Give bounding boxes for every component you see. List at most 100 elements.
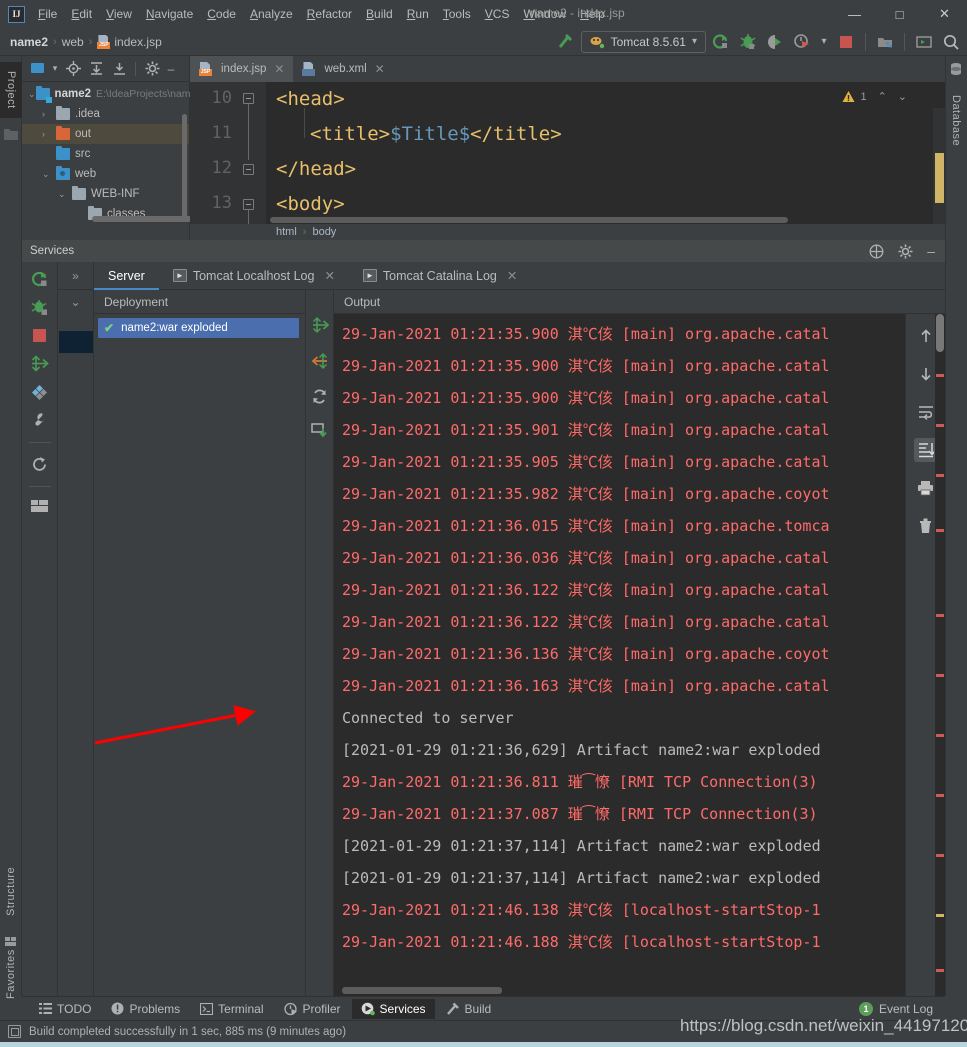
hide-icon[interactable]: – <box>927 243 935 259</box>
menu-item-refactor[interactable]: Refactor <box>300 3 359 25</box>
chevron-down-icon[interactable]: ⌄ <box>28 89 36 100</box>
update-app-icon[interactable] <box>873 30 897 54</box>
run-icon[interactable] <box>709 30 733 54</box>
layout-icon[interactable] <box>31 500 48 513</box>
menu-item-edit[interactable]: Edit <box>64 3 99 25</box>
run-coverage-icon[interactable] <box>763 30 787 54</box>
settings-gear-icon[interactable] <box>141 61 163 76</box>
tree-node-web[interactable]: ⌄ web <box>22 164 189 184</box>
terminal-icon[interactable] <box>912 30 936 54</box>
project-vertical-scrollbar[interactable] <box>182 114 187 222</box>
expand-all-icon[interactable] <box>85 61 107 76</box>
prev-problem-icon[interactable]: ⌃ <box>878 90 887 103</box>
sidebar-tab-structure[interactable]: Structure <box>0 856 22 926</box>
menu-item-navigate[interactable]: Navigate <box>139 3 200 25</box>
debug-icon[interactable] <box>31 299 49 317</box>
chevron-right-icon[interactable]: › <box>42 129 56 139</box>
chevron-down-icon[interactable]: ▾ <box>49 63 61 74</box>
deployment-artifact-row[interactable]: ✔ name2:war exploded <box>98 318 299 338</box>
chevron-down-icon[interactable]: ⌄ <box>70 295 80 309</box>
tree-node-name2[interactable]: ⌄ name2 E:\IdeaProjects\nam <box>22 84 189 104</box>
toolwindow-build[interactable]: Build <box>437 999 501 1019</box>
code-fold-icon[interactable] <box>243 199 254 210</box>
tree-node-webinf[interactable]: ⌄ WEB-INF <box>22 184 189 204</box>
tab-close-icon[interactable]: ✕ <box>507 268 517 283</box>
chevron-down-icon[interactable]: ⌄ <box>42 169 56 180</box>
menu-item-run[interactable]: Run <box>400 3 436 25</box>
sidebar-tab-database[interactable]: Database <box>945 80 967 162</box>
edit-config-icon[interactable] <box>31 384 48 401</box>
breadcrumb-file[interactable]: index.jsp <box>114 35 161 49</box>
editor-horizontal-scrollbar[interactable] <box>270 217 788 223</box>
menu-item-vcs[interactable]: VCS <box>478 3 517 25</box>
wrench-icon[interactable] <box>31 412 48 429</box>
tab-close-icon[interactable]: ✕ <box>375 62 385 76</box>
breadcrumb-project[interactable]: name2 <box>10 35 48 49</box>
console-horizontal-scrollbar[interactable] <box>342 987 502 994</box>
tab-close-icon[interactable]: ✕ <box>274 62 284 76</box>
maximize-icon[interactable]: □ <box>877 0 922 28</box>
menu-item-file[interactable]: File <box>31 3 64 25</box>
console-scroll-thumb[interactable] <box>936 314 944 352</box>
more-tabs-icon[interactable]: » <box>72 262 79 289</box>
deploy-artifact-icon[interactable] <box>311 316 329 334</box>
toolwindow-todo[interactable]: TODO <box>30 999 100 1019</box>
tree-node-src[interactable]: src <box>22 144 189 164</box>
breadcrumb-html[interactable]: html <box>276 226 297 238</box>
editor-scroll-thumb[interactable] <box>935 153 944 203</box>
toolwindow-problems[interactable]: Problems <box>102 999 189 1019</box>
chevron-down-icon[interactable]: ▾ <box>692 36 697 47</box>
code-editor[interactable]: 10 11 12 13 <head> <title>$Title$</title… <box>190 82 945 224</box>
profile-icon[interactable] <box>790 30 814 54</box>
sidebar-tab-favorites[interactable]: Favorites <box>0 938 22 1010</box>
breadcrumb-folder[interactable]: web <box>62 35 84 49</box>
locate-icon[interactable] <box>62 61 84 76</box>
build-hammer-icon[interactable] <box>554 30 578 54</box>
scroll-up-icon[interactable] <box>914 324 938 348</box>
select-opened-file-icon[interactable] <box>26 62 48 75</box>
close-icon[interactable]: ✕ <box>922 0 967 28</box>
chevron-right-icon[interactable]: › <box>42 109 56 119</box>
search-everywhere-icon[interactable] <box>939 30 963 54</box>
scroll-to-end-icon[interactable] <box>914 438 938 462</box>
tab-web-xml[interactable]: web.xml ✕ <box>293 56 393 82</box>
next-problem-icon[interactable]: ⌄ <box>898 90 907 103</box>
stop-icon[interactable] <box>32 328 47 343</box>
tab-tomcat-catalina-log[interactable]: ► Tomcat Catalina Log ✕ <box>349 262 531 289</box>
chevron-down-icon[interactable]: ⌄ <box>58 189 72 200</box>
breadcrumb-body[interactable]: body <box>312 226 336 238</box>
code-fold-icon[interactable] <box>243 93 254 104</box>
event-log-widget[interactable]: 1 Event Log <box>859 1002 933 1016</box>
menu-item-code[interactable]: Code <box>200 3 243 25</box>
inspection-widget[interactable]: 1 ⌃ ⌄ <box>842 90 907 103</box>
toolwindow-terminal[interactable]: Terminal <box>191 999 272 1019</box>
profile-dropdown-icon[interactable]: ▾ <box>817 36 831 47</box>
tab-close-icon[interactable]: ✕ <box>324 268 334 283</box>
hide-icon[interactable]: – <box>164 62 178 76</box>
run-configuration-selector[interactable]: Tomcat 8.5.61 ▾ <box>581 31 706 53</box>
tab-server[interactable]: Server <box>94 262 159 289</box>
restart-icon[interactable] <box>31 456 48 473</box>
minimize-icon[interactable]: — <box>832 0 877 28</box>
tab-tomcat-localhost-log[interactable]: ► Tomcat Localhost Log ✕ <box>159 262 349 289</box>
undeploy-artifact-icon[interactable] <box>311 352 329 370</box>
scroll-down-icon[interactable] <box>914 362 938 386</box>
editor-error-stripe[interactable] <box>933 108 945 224</box>
tab-index-jsp[interactable]: JSP index.jsp ✕ <box>190 56 293 82</box>
menu-item-view[interactable]: View <box>99 3 139 25</box>
collapse-all-icon[interactable] <box>108 61 130 76</box>
editor-gutter[interactable]: 10 11 12 13 <box>190 82 266 224</box>
help-icon[interactable] <box>869 244 884 259</box>
toolwindow-services[interactable]: Services <box>352 999 435 1019</box>
build-status-icon[interactable] <box>8 1025 21 1038</box>
stop-icon[interactable] <box>834 30 858 54</box>
redeploy-icon[interactable] <box>311 388 328 405</box>
soft-wrap-icon[interactable] <box>914 400 938 424</box>
rerun-icon[interactable] <box>31 270 49 288</box>
code-fold-icon[interactable] <box>243 164 254 175</box>
sidebar-tab-project[interactable]: Project <box>0 62 22 118</box>
deploy-icon[interactable] <box>30 354 49 373</box>
menu-item-tools[interactable]: Tools <box>436 3 478 25</box>
menu-item-build[interactable]: Build <box>359 3 400 25</box>
settings-gear-icon[interactable] <box>898 244 913 259</box>
